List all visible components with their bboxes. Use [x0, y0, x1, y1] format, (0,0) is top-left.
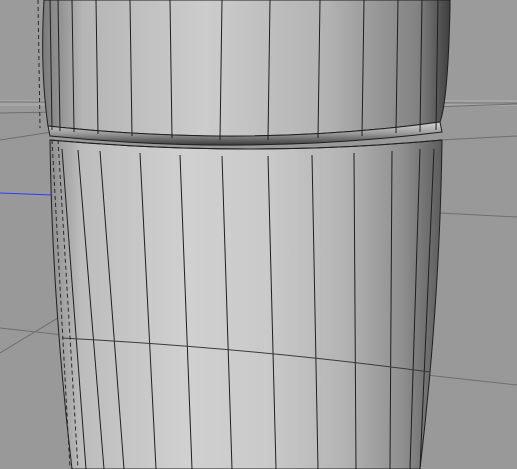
cylinder-upper-section[interactable]: [42, 0, 451, 146]
viewport-scene[interactable]: [0, 0, 517, 469]
cylinder-cap-body[interactable]: [42, 0, 451, 137]
3d-viewport[interactable]: [0, 0, 517, 469]
cylinder-body[interactable]: [49, 139, 443, 469]
cylinder-lower-section[interactable]: [49, 139, 443, 469]
